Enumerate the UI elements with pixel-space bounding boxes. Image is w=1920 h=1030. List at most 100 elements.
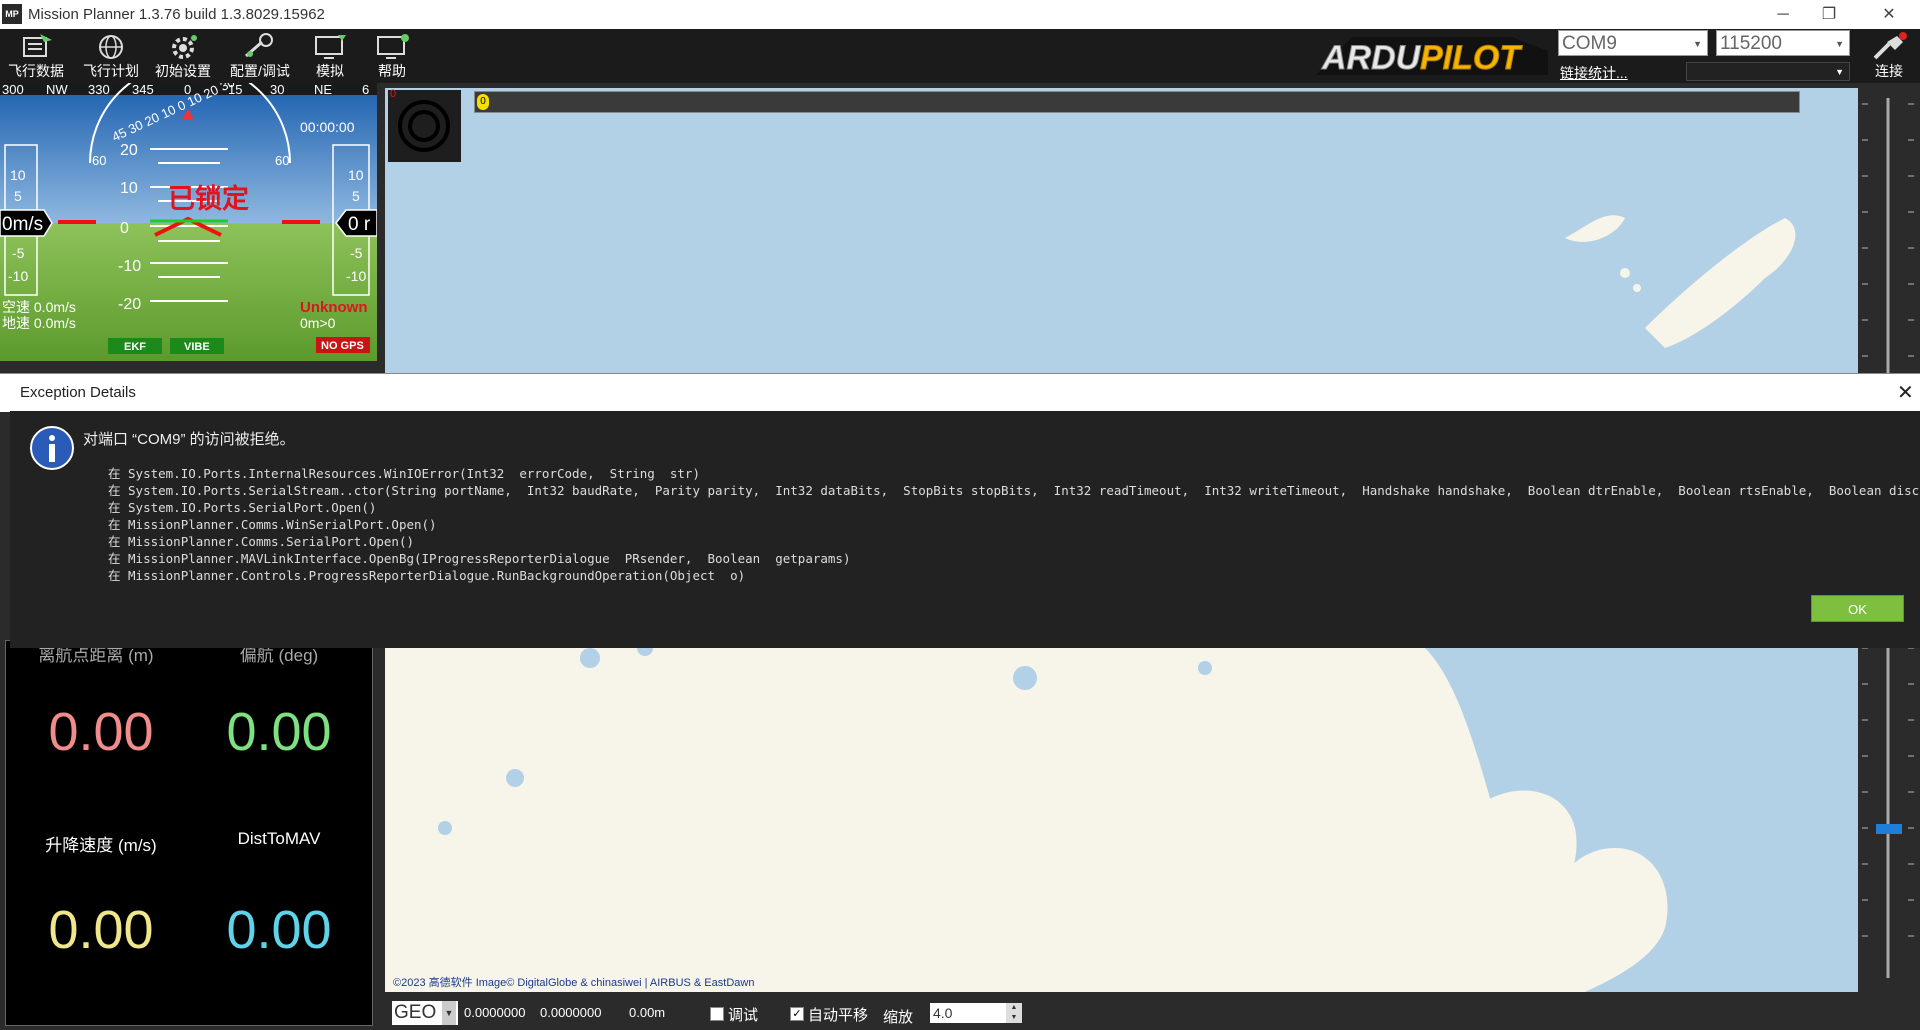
heading-tick: NW <box>46 83 68 97</box>
flight-mode: Unknown <box>300 299 368 316</box>
flight-data-button[interactable]: 飞行数据 <box>2 29 70 83</box>
compass-widget: 0 <box>388 88 461 162</box>
speed-readout: 0m/s <box>2 214 43 235</box>
zoom-slider-thumb[interactable] <box>1876 824 1902 834</box>
baud-rate-select[interactable]: 115200 ▼ <box>1716 30 1850 56</box>
heading-tick: 300 <box>2 83 24 97</box>
roll-left-label: 60 <box>92 153 106 168</box>
initial-setup-button[interactable]: 初始设置 <box>150 29 216 83</box>
window-title: Mission Planner 1.3.76 build 1.3.8029.15… <box>28 6 325 23</box>
exception-dialog-body: 对端口 “COM9” 的访问被拒绝。 在 System.IO.Ports.Int… <box>10 411 1920 648</box>
alt-tick: 10 <box>348 167 364 183</box>
config-tuning-button[interactable]: 配置/调试 <box>222 29 298 83</box>
chevron-down-icon: ▼ <box>1693 39 1702 49</box>
waypoint-distance: 0m>0 <box>300 315 336 331</box>
connect-button[interactable]: 连接 <box>1858 29 1920 83</box>
simulation-label: 模拟 <box>316 63 344 79</box>
quick-label-climb-rate: 升降速度 (m/s) <box>45 836 157 855</box>
groundspeed-text: 地速 0.0m/s <box>2 315 76 331</box>
flight-data-label: 飞行数据 <box>8 63 64 79</box>
alt-tick: 5 <box>352 188 360 204</box>
speed-tick: -5 <box>12 245 25 261</box>
airspeed-text: 空速 0.0m/s <box>2 299 76 315</box>
roll-right-label: 60 <box>275 153 289 168</box>
flight-plan-button[interactable]: 飞行计划 <box>78 29 144 83</box>
main-toolbar: 飞行数据 飞行计划 初始设置 配置/调试 模拟 帮助 ARDU PILOT CO… <box>0 29 1920 83</box>
heading-tick: 6 <box>362 83 369 97</box>
config-tuning-label: 配置/调试 <box>230 63 290 79</box>
dialog-title: Exception Details <box>20 384 136 401</box>
autopan-checkbox[interactable]: ✓ <box>790 1007 804 1021</box>
initial-setup-icon <box>172 35 197 59</box>
pitch-label: 0 <box>120 220 129 237</box>
info-icon <box>30 426 74 470</box>
flight-data-icon <box>23 34 52 57</box>
quick-value-dist-to-mav[interactable]: 0.00 <box>189 899 369 961</box>
help-button[interactable]: 帮助 <box>364 29 420 83</box>
coord-system-select[interactable]: GEO ▼ <box>392 1001 458 1025</box>
vibe-label: VIBE <box>184 341 210 353</box>
autopan-label: 自动平移 <box>808 1007 869 1024</box>
link-stats-link[interactable]: 链接统计... <box>1560 63 1628 83</box>
debug-label: 调试 <box>728 1007 759 1024</box>
quick-label-dist-to-mav: DistToMAV <box>237 829 321 848</box>
dialog-close-button[interactable]: ✕ <box>1897 380 1914 405</box>
config-tuning-icon <box>245 33 273 58</box>
map-attribution: ©2023 高德软件 Image© DigitalGlobe & chinasi… <box>393 977 755 989</box>
help-icon <box>377 34 409 59</box>
help-label: 帮助 <box>378 63 406 79</box>
restore-button[interactable]: ❐ <box>1806 0 1852 29</box>
connect-icon <box>1873 32 1907 60</box>
simulation-icon <box>315 35 346 59</box>
baud-rate-value: 115200 <box>1720 33 1782 54</box>
map-status-bar: GEO ▼ 0.0000000 0.0000000 0.00m 调试 ✓ 自动平… <box>380 997 1920 1030</box>
altitude-value: 0.00m <box>629 1005 666 1020</box>
latitude-value: 0.0000000 <box>464 1005 526 1020</box>
flight-plan-icon <box>99 35 123 59</box>
longitude-value: 0.0000000 <box>540 1005 602 1020</box>
zoom-value: 4.0 <box>933 1005 953 1021</box>
quick-value-distance[interactable]: 0.00 <box>11 701 191 763</box>
ok-button[interactable]: OK <box>1811 595 1904 622</box>
com-port-select[interactable]: COM9 ▼ <box>1558 30 1708 56</box>
title-bar: MP Mission Planner 1.3.76 build 1.3.8029… <box>0 0 1920 29</box>
speed-tick: 5 <box>14 188 22 204</box>
heading-tick: 345 <box>132 83 154 97</box>
pitch-label: 20 <box>120 142 138 159</box>
speed-marker: 0 <box>477 94 489 110</box>
stack-trace-line: 在 MissionPlanner.Controls.ProgressReport… <box>108 568 746 583</box>
minimize-button[interactable]: ─ <box>1760 0 1806 29</box>
zoom-label: 缩放 <box>883 1009 914 1026</box>
chevron-down-icon: ▼ <box>442 1001 456 1025</box>
stack-trace-line: 在 System.IO.Ports.SerialStream..ctor(Str… <box>108 483 1920 498</box>
com-port-value: COM9 <box>1562 33 1617 54</box>
zoom-input[interactable]: 4.0 ▲ ▼ <box>930 1003 1022 1023</box>
quick-value-climb-rate[interactable]: 0.00 <box>11 899 191 961</box>
exception-dialog-titlebar: Exception Details ✕ <box>0 373 1920 412</box>
quick-view-panel: 离航点距离 (m) 偏航 (deg) 0.00 0.00 升降速度 (m/s) … <box>5 640 373 1026</box>
ekf-label: EKF <box>124 341 146 353</box>
pitch-label: -20 <box>118 296 141 313</box>
heading-tick: NE <box>314 83 332 97</box>
hud-display[interactable]: 300 NW 330 345 0 15 30 NE 6 45 30 20 10 … <box>0 83 377 361</box>
flight-time: 00:00:00 <box>300 119 355 135</box>
compass-ring-icon <box>398 100 450 152</box>
speed-tick: -10 <box>8 268 28 284</box>
island <box>1645 218 1796 348</box>
heading-tick: 30 <box>270 83 284 97</box>
debug-checkbox[interactable] <box>710 1007 724 1021</box>
island <box>1565 215 1625 242</box>
ardupilot-logo: ARDU PILOT <box>1316 37 1548 78</box>
simulation-button[interactable]: 模拟 <box>302 29 358 83</box>
gps-status: NO GPS <box>321 340 364 352</box>
quick-value-yaw[interactable]: 0.00 <box>189 701 369 763</box>
alt-tick: -5 <box>350 245 363 261</box>
hud-canvas: 300 NW 330 345 0 15 30 NE 6 45 30 20 10 … <box>0 83 377 361</box>
spinner-arrows-icon[interactable]: ▲ ▼ <box>1006 1003 1022 1023</box>
close-button[interactable]: ✕ <box>1866 0 1912 29</box>
logo-text-pilot: PILOT <box>1420 39 1523 77</box>
link-dropdown[interactable]: ▼ <box>1686 62 1850 81</box>
chevron-down-icon: ▼ <box>1835 67 1844 77</box>
pitch-label: -10 <box>118 258 141 275</box>
heading-tick: 330 <box>88 83 110 97</box>
